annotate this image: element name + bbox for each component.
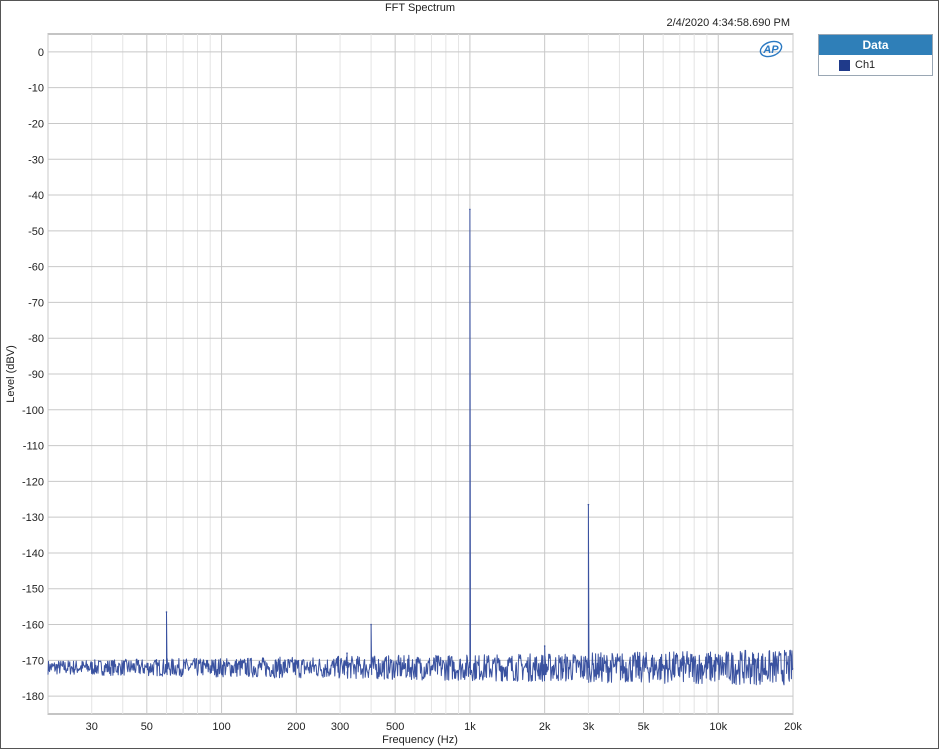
x-tick-label: 2k: [539, 721, 551, 733]
x-tick-label: 300: [331, 721, 349, 733]
x-tick-labels: 30 50 100 200 300 500 1k 2k 3k 5k 10k 20k: [86, 721, 803, 733]
y-tick-label: -120: [22, 476, 44, 488]
y-tick-label: -110: [23, 441, 44, 453]
y-tick-label: -80: [28, 333, 44, 345]
y-tick-label: -50: [28, 226, 44, 238]
y-tick-label: -20: [28, 118, 44, 130]
y-tick-label: -40: [28, 190, 44, 202]
x-tick-label: 30: [86, 721, 98, 733]
peak-point: [346, 652, 348, 654]
x-tick-label: 5k: [638, 721, 650, 733]
x-tick-label: 500: [386, 721, 404, 733]
peak-point: [469, 208, 471, 211]
y-tick-label: 0: [38, 47, 44, 59]
y-tick-label: -140: [22, 548, 44, 560]
x-tick-label: 200: [287, 721, 305, 733]
legend-item-label: Ch1: [855, 59, 876, 71]
y-tick-label: -30: [28, 154, 44, 166]
peak-point: [587, 503, 590, 506]
y-tick-label: -10: [28, 83, 44, 95]
y-tick-label: -90: [28, 369, 44, 381]
chart-title: FFT Spectrum: [385, 2, 455, 14]
x-tick-label: 10k: [709, 721, 727, 733]
x-tick-label: 3k: [583, 721, 595, 733]
legend-swatch: [839, 59, 850, 71]
chart-timestamp: 2/4/2020 4:34:58.690 PM: [666, 17, 790, 29]
legend-item-ch1[interactable]: Ch1: [819, 55, 932, 75]
y-tick-label: -70: [28, 297, 44, 309]
y-tick-labels: 0 -10 -20 -30 -40 -50 -60 -70 -80 -90 -100 -110 -120…: [22, 47, 44, 703]
legend: Data Ch1: [818, 34, 933, 76]
x-tick-label: 50: [141, 721, 153, 733]
x-axis-label: Frequency (Hz): [382, 734, 458, 746]
y-axis-label: Level (dBV): [5, 345, 17, 402]
y-tick-label: -100: [22, 405, 44, 417]
chart: FFT Spectrum 2/4/2020 4:34:58.690 PM 30 5…: [5, 2, 803, 746]
y-tick-label: -160: [22, 620, 44, 632]
y-tick-label: -170: [22, 655, 44, 667]
y-tick-label: -60: [28, 262, 44, 274]
y-tick-label: -180: [22, 691, 44, 703]
ap-logo-text: AP: [762, 44, 779, 56]
x-tick-label: 1k: [464, 721, 476, 733]
y-tick-label: -130: [22, 512, 44, 524]
peak-point: [370, 623, 372, 626]
peak-point: [543, 645, 546, 647]
peak-point: [165, 611, 168, 613]
x-tick-label: 100: [212, 721, 230, 733]
legend-title: Data: [819, 35, 932, 55]
x-tick-label: 20k: [784, 721, 802, 733]
y-tick-label: -150: [22, 584, 44, 596]
